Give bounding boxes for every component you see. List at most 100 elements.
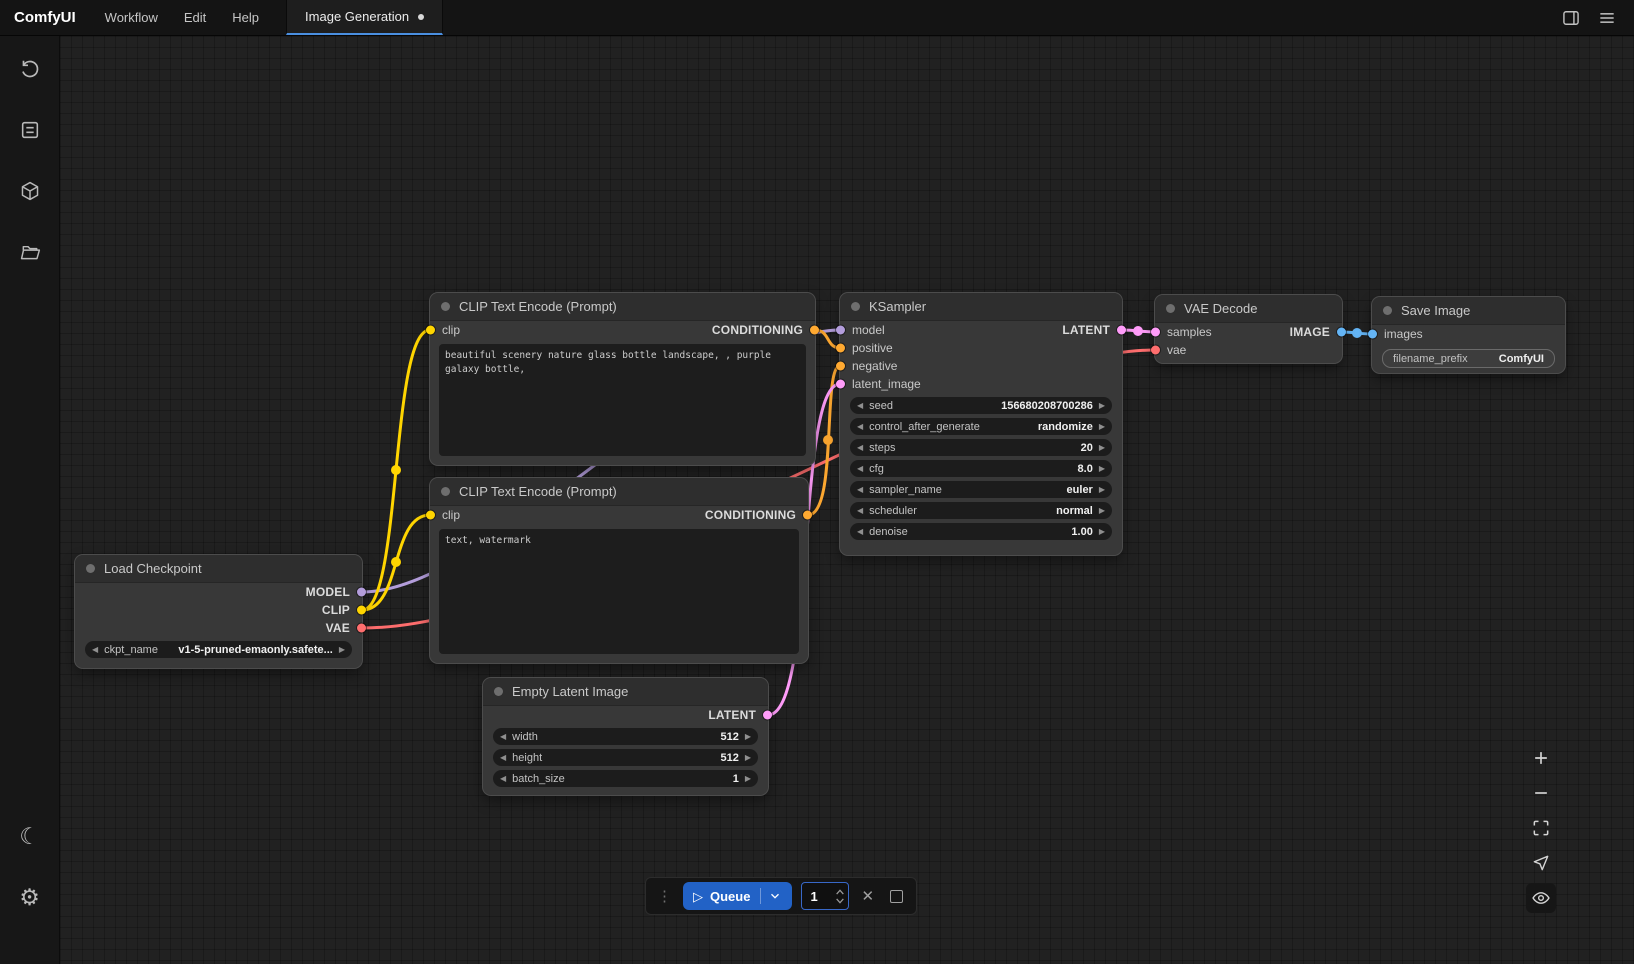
node-empty-latent-image[interactable]: Empty Latent Image LATENT ◀ width 512 ▶ …: [483, 678, 768, 795]
arrow-left-icon[interactable]: ◀: [92, 646, 98, 654]
theme-toggle-icon[interactable]: ☾: [13, 819, 47, 853]
input-port-positive[interactable]: [836, 344, 845, 353]
fit-view-icon[interactable]: [1526, 813, 1556, 843]
input-port-images[interactable]: [1368, 330, 1377, 339]
node-graph-canvas[interactable]: Load Checkpoint MODEL CLIP VAE ◀ ckpt_na…: [60, 36, 1634, 964]
arrow-left-icon[interactable]: ◀: [500, 775, 506, 783]
chevron-down-icon[interactable]: [768, 889, 782, 903]
collapse-dot[interactable]: [1383, 306, 1392, 315]
menu-help[interactable]: Help: [219, 0, 272, 35]
widget-cfg[interactable]: ◀ cfg 8.0 ▶: [850, 460, 1112, 477]
widget-scheduler[interactable]: ◀ scheduler normal ▶: [850, 502, 1112, 519]
collapse-dot[interactable]: [441, 487, 450, 496]
widget-ckpt-name[interactable]: ◀ ckpt_name v1-5-pruned-emaonly.safete..…: [85, 641, 352, 658]
arrow-left-icon[interactable]: ◀: [500, 733, 506, 741]
arrow-right-icon[interactable]: ▶: [745, 754, 751, 762]
arrow-right-icon[interactable]: ▶: [1099, 402, 1105, 410]
collapse-dot[interactable]: [494, 687, 503, 696]
batch-count-spinner[interactable]: 1: [801, 882, 849, 910]
queue-button[interactable]: ▷ Queue: [683, 882, 792, 910]
widget-denoise[interactable]: ◀ denoise 1.00 ▶: [850, 523, 1112, 540]
node-header[interactable]: CLIP Text Encode (Prompt): [430, 293, 815, 321]
arrow-right-icon[interactable]: ▶: [1099, 465, 1105, 473]
arrow-right-icon[interactable]: ▶: [1099, 507, 1105, 515]
arrow-left-icon[interactable]: ◀: [500, 754, 506, 762]
hamburger-menu-icon[interactable]: [1592, 4, 1622, 32]
node-save-image[interactable]: Save Image images filename_prefix ComfyU…: [1372, 297, 1565, 373]
queue-panel-icon[interactable]: [13, 113, 47, 147]
node-ksampler[interactable]: KSampler model LATENT positive negative …: [840, 293, 1122, 555]
input-port-clip[interactable]: [426, 511, 435, 520]
collapse-dot[interactable]: [441, 302, 450, 311]
node-clip-text-encode-negative[interactable]: CLIP Text Encode (Prompt) clip CONDITION…: [430, 478, 808, 663]
select-mode-cursor-icon[interactable]: [1526, 848, 1556, 878]
input-port-vae[interactable]: [1151, 346, 1160, 355]
toggle-visibility-eye-icon[interactable]: [1526, 883, 1556, 913]
arrow-left-icon[interactable]: ◀: [857, 423, 863, 431]
increment-icon[interactable]: [835, 888, 845, 896]
arrow-left-icon[interactable]: ◀: [857, 402, 863, 410]
stop-icon[interactable]: [890, 890, 903, 903]
arrow-right-icon[interactable]: ▶: [745, 775, 751, 783]
node-header[interactable]: Load Checkpoint: [75, 555, 362, 583]
widget-seed[interactable]: ◀ seed 156680208700286 ▶: [850, 397, 1112, 414]
output-port-clip[interactable]: [357, 606, 366, 615]
drag-handle-icon[interactable]: ⋮: [655, 887, 674, 905]
output-port-image[interactable]: [1337, 328, 1346, 337]
input-port-latent-image[interactable]: [836, 380, 845, 389]
widget-batch-size[interactable]: ◀ batch_size 1 ▶: [493, 770, 758, 787]
widget-control-after-generate[interactable]: ◀ control_after_generate randomize ▶: [850, 418, 1112, 435]
widget-width[interactable]: ◀ width 512 ▶: [493, 728, 758, 745]
node-header[interactable]: CLIP Text Encode (Prompt): [430, 478, 808, 506]
menu-workflow[interactable]: Workflow: [92, 0, 171, 35]
collapse-dot[interactable]: [1166, 304, 1175, 313]
output-port-model[interactable]: [357, 588, 366, 597]
arrow-left-icon[interactable]: ◀: [857, 507, 863, 515]
arrow-right-icon[interactable]: ▶: [745, 733, 751, 741]
arrow-right-icon[interactable]: ▶: [1099, 444, 1105, 452]
node-header[interactable]: Save Image: [1372, 297, 1565, 325]
widget-steps[interactable]: ◀ steps 20 ▶: [850, 439, 1112, 456]
clear-queue-icon[interactable]: ✕: [858, 887, 877, 905]
collapse-dot[interactable]: [86, 564, 95, 573]
arrow-right-icon[interactable]: ▶: [1099, 528, 1105, 536]
node-load-checkpoint[interactable]: Load Checkpoint MODEL CLIP VAE ◀ ckpt_na…: [75, 555, 362, 668]
settings-gear-icon[interactable]: ⚙: [13, 880, 47, 914]
tab-image-generation[interactable]: Image Generation: [286, 0, 443, 35]
arrow-right-icon[interactable]: ▶: [1099, 486, 1105, 494]
node-vae-decode[interactable]: VAE Decode samples IMAGE vae: [1155, 295, 1342, 363]
input-port-negative[interactable]: [836, 362, 845, 371]
arrow-left-icon[interactable]: ◀: [857, 444, 863, 452]
node-header[interactable]: KSampler: [840, 293, 1122, 321]
input-port-clip[interactable]: [426, 326, 435, 335]
arrow-right-icon[interactable]: ▶: [1099, 423, 1105, 431]
arrow-right-icon[interactable]: ▶: [339, 646, 345, 654]
node-header[interactable]: Empty Latent Image: [483, 678, 768, 706]
batch-count-value[interactable]: 1: [810, 889, 835, 904]
output-port-conditioning[interactable]: [810, 326, 819, 335]
history-icon[interactable]: [13, 52, 47, 86]
output-port-vae[interactable]: [357, 624, 366, 633]
decrement-icon[interactable]: [835, 897, 845, 905]
arrow-left-icon[interactable]: ◀: [857, 465, 863, 473]
menu-edit[interactable]: Edit: [171, 0, 219, 35]
arrow-left-icon[interactable]: ◀: [857, 486, 863, 494]
zoom-in-icon[interactable]: [1526, 743, 1556, 773]
widget-sampler-name[interactable]: ◀ sampler_name euler ▶: [850, 481, 1112, 498]
widget-filename-prefix[interactable]: filename_prefix ComfyUI: [1382, 349, 1555, 368]
output-port-conditioning[interactable]: [803, 511, 812, 520]
collapse-dot[interactable]: [851, 302, 860, 311]
node-clip-text-encode-positive[interactable]: CLIP Text Encode (Prompt) clip CONDITION…: [430, 293, 815, 465]
workflows-folder-icon[interactable]: [13, 235, 47, 269]
zoom-out-icon[interactable]: [1526, 778, 1556, 808]
arrow-left-icon[interactable]: ◀: [857, 528, 863, 536]
negative-prompt-textarea[interactable]: text, watermark: [439, 529, 799, 654]
input-port-samples[interactable]: [1151, 328, 1160, 337]
output-port-latent[interactable]: [763, 711, 772, 720]
panel-toggle-icon[interactable]: [1556, 4, 1586, 32]
widget-height[interactable]: ◀ height 512 ▶: [493, 749, 758, 766]
output-port-latent[interactable]: [1117, 326, 1126, 335]
positive-prompt-textarea[interactable]: beautiful scenery nature glass bottle la…: [439, 344, 806, 456]
input-port-model[interactable]: [836, 326, 845, 335]
node-library-icon[interactable]: [13, 174, 47, 208]
